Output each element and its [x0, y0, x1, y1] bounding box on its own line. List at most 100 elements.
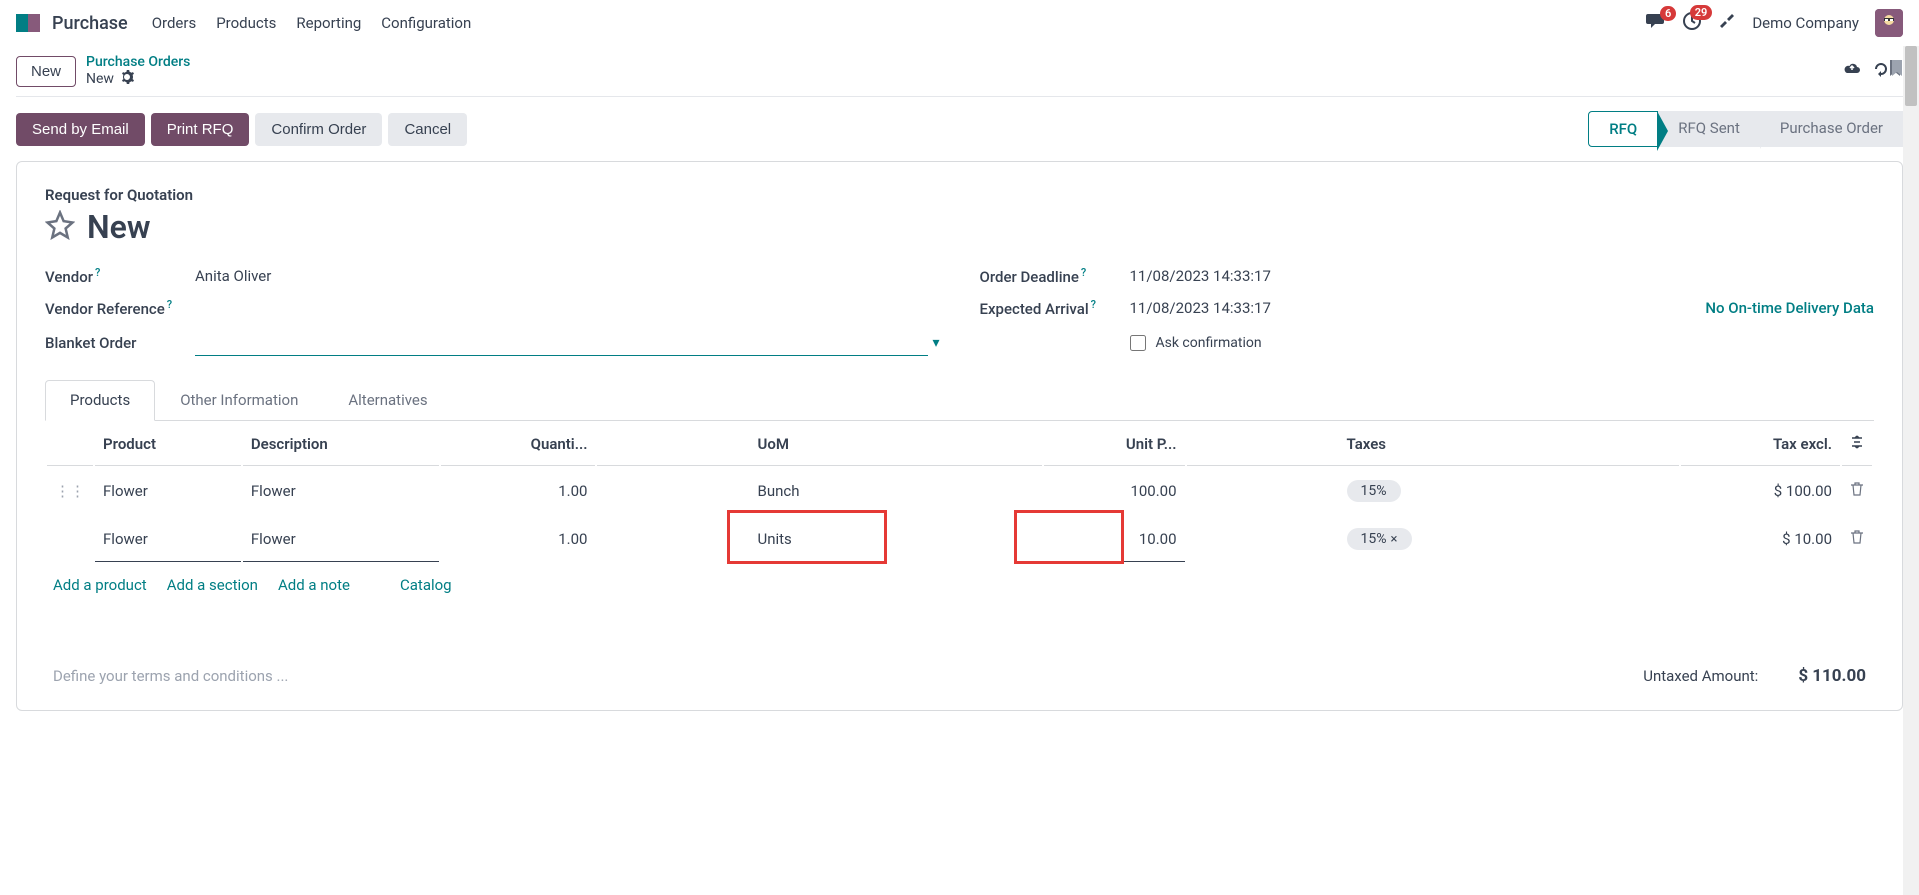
vendor-value[interactable]: Anita Oliver: [195, 267, 940, 285]
status-purchase-order[interactable]: Purchase Order: [1760, 111, 1903, 147]
totals: Untaxed Amount: $ 110.00: [1643, 666, 1866, 686]
cell-product[interactable]: Flower: [95, 516, 241, 562]
tab-other-information[interactable]: Other Information: [155, 380, 323, 420]
ask-confirm-label: Ask confirmation: [1156, 335, 1262, 351]
col-tax-excl: Tax excl.: [1681, 423, 1840, 466]
expected-row: Expected Arrival? 11/08/2023 14:33:17 No…: [980, 298, 1875, 318]
form-title-label: Request for Quotation: [45, 186, 1874, 204]
scrollbar-thumb[interactable]: [1905, 46, 1917, 106]
clock-icon[interactable]: 29: [1682, 11, 1702, 35]
cell-quantity[interactable]: 1.00: [441, 516, 595, 562]
cloud-save-icon[interactable]: [1843, 61, 1861, 81]
tax-chip: 15%×: [1347, 528, 1412, 550]
tabs: Products Other Information Alternatives: [45, 380, 1874, 421]
vendor-ref-row: Vendor Reference?: [45, 298, 940, 318]
app-logo[interactable]: [16, 14, 40, 32]
deadline-label: Order Deadline?: [980, 266, 1130, 286]
ask-confirm-checkbox[interactable]: [1130, 335, 1146, 351]
nav-item-configuration[interactable]: Configuration: [381, 14, 471, 32]
delivery-data-link[interactable]: No On-time Delivery Data: [1705, 299, 1874, 317]
breadcrumb-link[interactable]: Purchase Orders: [86, 54, 1803, 70]
avatar[interactable]: [1875, 9, 1903, 37]
tax-chip: 15%: [1347, 480, 1401, 502]
vendor-ref-label: Vendor Reference?: [45, 298, 195, 318]
gear-icon[interactable]: [120, 70, 134, 88]
cell-taxes[interactable]: 15%×: [1187, 516, 1680, 562]
help-icon[interactable]: ?: [1091, 298, 1096, 311]
nav-item-orders[interactable]: Orders: [152, 14, 197, 32]
cell-unit-price[interactable]: 10.00: [1044, 516, 1185, 562]
chat-badge: 6: [1660, 6, 1676, 21]
col-taxes: Taxes: [1187, 423, 1680, 466]
table-row[interactable]: ⋮⋮ Flower Flower 1.00 Bunch 100.00 15% $…: [47, 468, 1872, 514]
cell-tax-excl: $ 100.00: [1681, 468, 1840, 514]
product-table: Product Description Quanti... UoM Unit P…: [45, 421, 1874, 564]
scrollbar[interactable]: [1903, 46, 1919, 895]
tab-alternatives[interactable]: Alternatives: [323, 380, 452, 420]
tab-products[interactable]: Products: [45, 380, 155, 421]
form-title-row: New: [45, 208, 1874, 246]
breadcrumb-current-text: New: [86, 71, 114, 87]
untaxed-amount: $ 110.00: [1798, 666, 1866, 686]
cell-description[interactable]: Flower: [243, 516, 440, 562]
deadline-value[interactable]: 11/08/2023 14:33:17: [1130, 267, 1875, 285]
status-bar: RFQ RFQ Sent Purchase Order: [1588, 111, 1903, 147]
status-rfq-sent[interactable]: RFQ Sent: [1658, 111, 1760, 147]
help-icon[interactable]: ?: [1081, 266, 1086, 279]
star-icon[interactable]: [45, 210, 75, 244]
main-content: Send by Email Print RFQ Confirm Order Ca…: [0, 96, 1919, 891]
nav-item-reporting[interactable]: Reporting: [296, 14, 361, 32]
cell-taxes[interactable]: 15%: [1187, 468, 1680, 514]
status-rfq[interactable]: RFQ: [1588, 111, 1658, 147]
catalog-link[interactable]: Catalog: [400, 576, 452, 594]
add-note-link[interactable]: Add a note: [278, 576, 350, 594]
action-bar: Send by Email Print RFQ Confirm Order Ca…: [16, 96, 1903, 161]
chat-icon[interactable]: 6: [1646, 12, 1666, 34]
add-section-link[interactable]: Add a section: [167, 576, 258, 594]
breadcrumb: Purchase Orders New: [86, 54, 1803, 88]
add-links: Add a product Add a section Add a note C…: [45, 564, 1874, 606]
col-description: Description: [243, 423, 440, 466]
tools-icon[interactable]: [1718, 12, 1736, 34]
subheader: New Purchase Orders New: [0, 46, 1919, 96]
help-icon[interactable]: ?: [167, 298, 172, 311]
add-product-link[interactable]: Add a product: [53, 576, 147, 594]
print-rfq-button[interactable]: Print RFQ: [151, 113, 250, 146]
cell-quantity[interactable]: 1.00: [441, 468, 595, 514]
help-icon[interactable]: ?: [95, 266, 100, 279]
bookmark-icon[interactable]: [1889, 60, 1903, 82]
col-uom: UoM: [597, 423, 1041, 466]
delete-row-icon[interactable]: [1842, 516, 1872, 562]
cell-unit-price[interactable]: 100.00: [1044, 468, 1185, 514]
dropdown-caret-icon[interactable]: ▾: [932, 335, 939, 351]
cell-uom[interactable]: Bunch: [597, 468, 1041, 514]
new-button[interactable]: New: [16, 56, 76, 87]
cancel-button[interactable]: Cancel: [388, 113, 467, 146]
cell-uom[interactable]: Units: [597, 516, 1041, 562]
cell-product[interactable]: Flower: [95, 468, 241, 514]
untaxed-label: Untaxed Amount:: [1643, 667, 1758, 685]
nav-right: 6 29 Demo Company: [1646, 9, 1903, 37]
breadcrumb-current: New: [86, 70, 1803, 88]
app-name[interactable]: Purchase: [52, 13, 128, 34]
confirm-order-button[interactable]: Confirm Order: [255, 113, 382, 146]
expected-value[interactable]: 11/08/2023 14:33:17: [1130, 299, 1706, 317]
remove-tax-icon[interactable]: ×: [1391, 532, 1398, 547]
send-email-button[interactable]: Send by Email: [16, 113, 145, 146]
discard-icon[interactable]: [1873, 61, 1889, 81]
terms-input[interactable]: Define your terms and conditions ...: [53, 667, 288, 685]
blanket-row: Blanket Order ▾: [45, 330, 940, 356]
cell-description[interactable]: Flower: [243, 468, 440, 514]
footer-row: Define your terms and conditions ... Unt…: [45, 646, 1874, 686]
col-options-icon[interactable]: [1842, 423, 1872, 466]
drag-handle-icon[interactable]: ⋮⋮: [47, 468, 93, 514]
company-name[interactable]: Demo Company: [1752, 14, 1859, 32]
form-grid: Vendor? Anita Oliver Order Deadline? 11/…: [45, 266, 1874, 356]
delete-row-icon[interactable]: [1842, 468, 1872, 514]
cell-tax-excl: $ 10.00: [1681, 516, 1840, 562]
form-title: New: [87, 208, 150, 246]
col-product: Product: [95, 423, 241, 466]
blanket-input[interactable]: [195, 330, 928, 356]
nav-item-products[interactable]: Products: [216, 14, 276, 32]
table-row[interactable]: Flower Flower 1.00 Units 10.00 15%× $ 10…: [47, 516, 1872, 562]
